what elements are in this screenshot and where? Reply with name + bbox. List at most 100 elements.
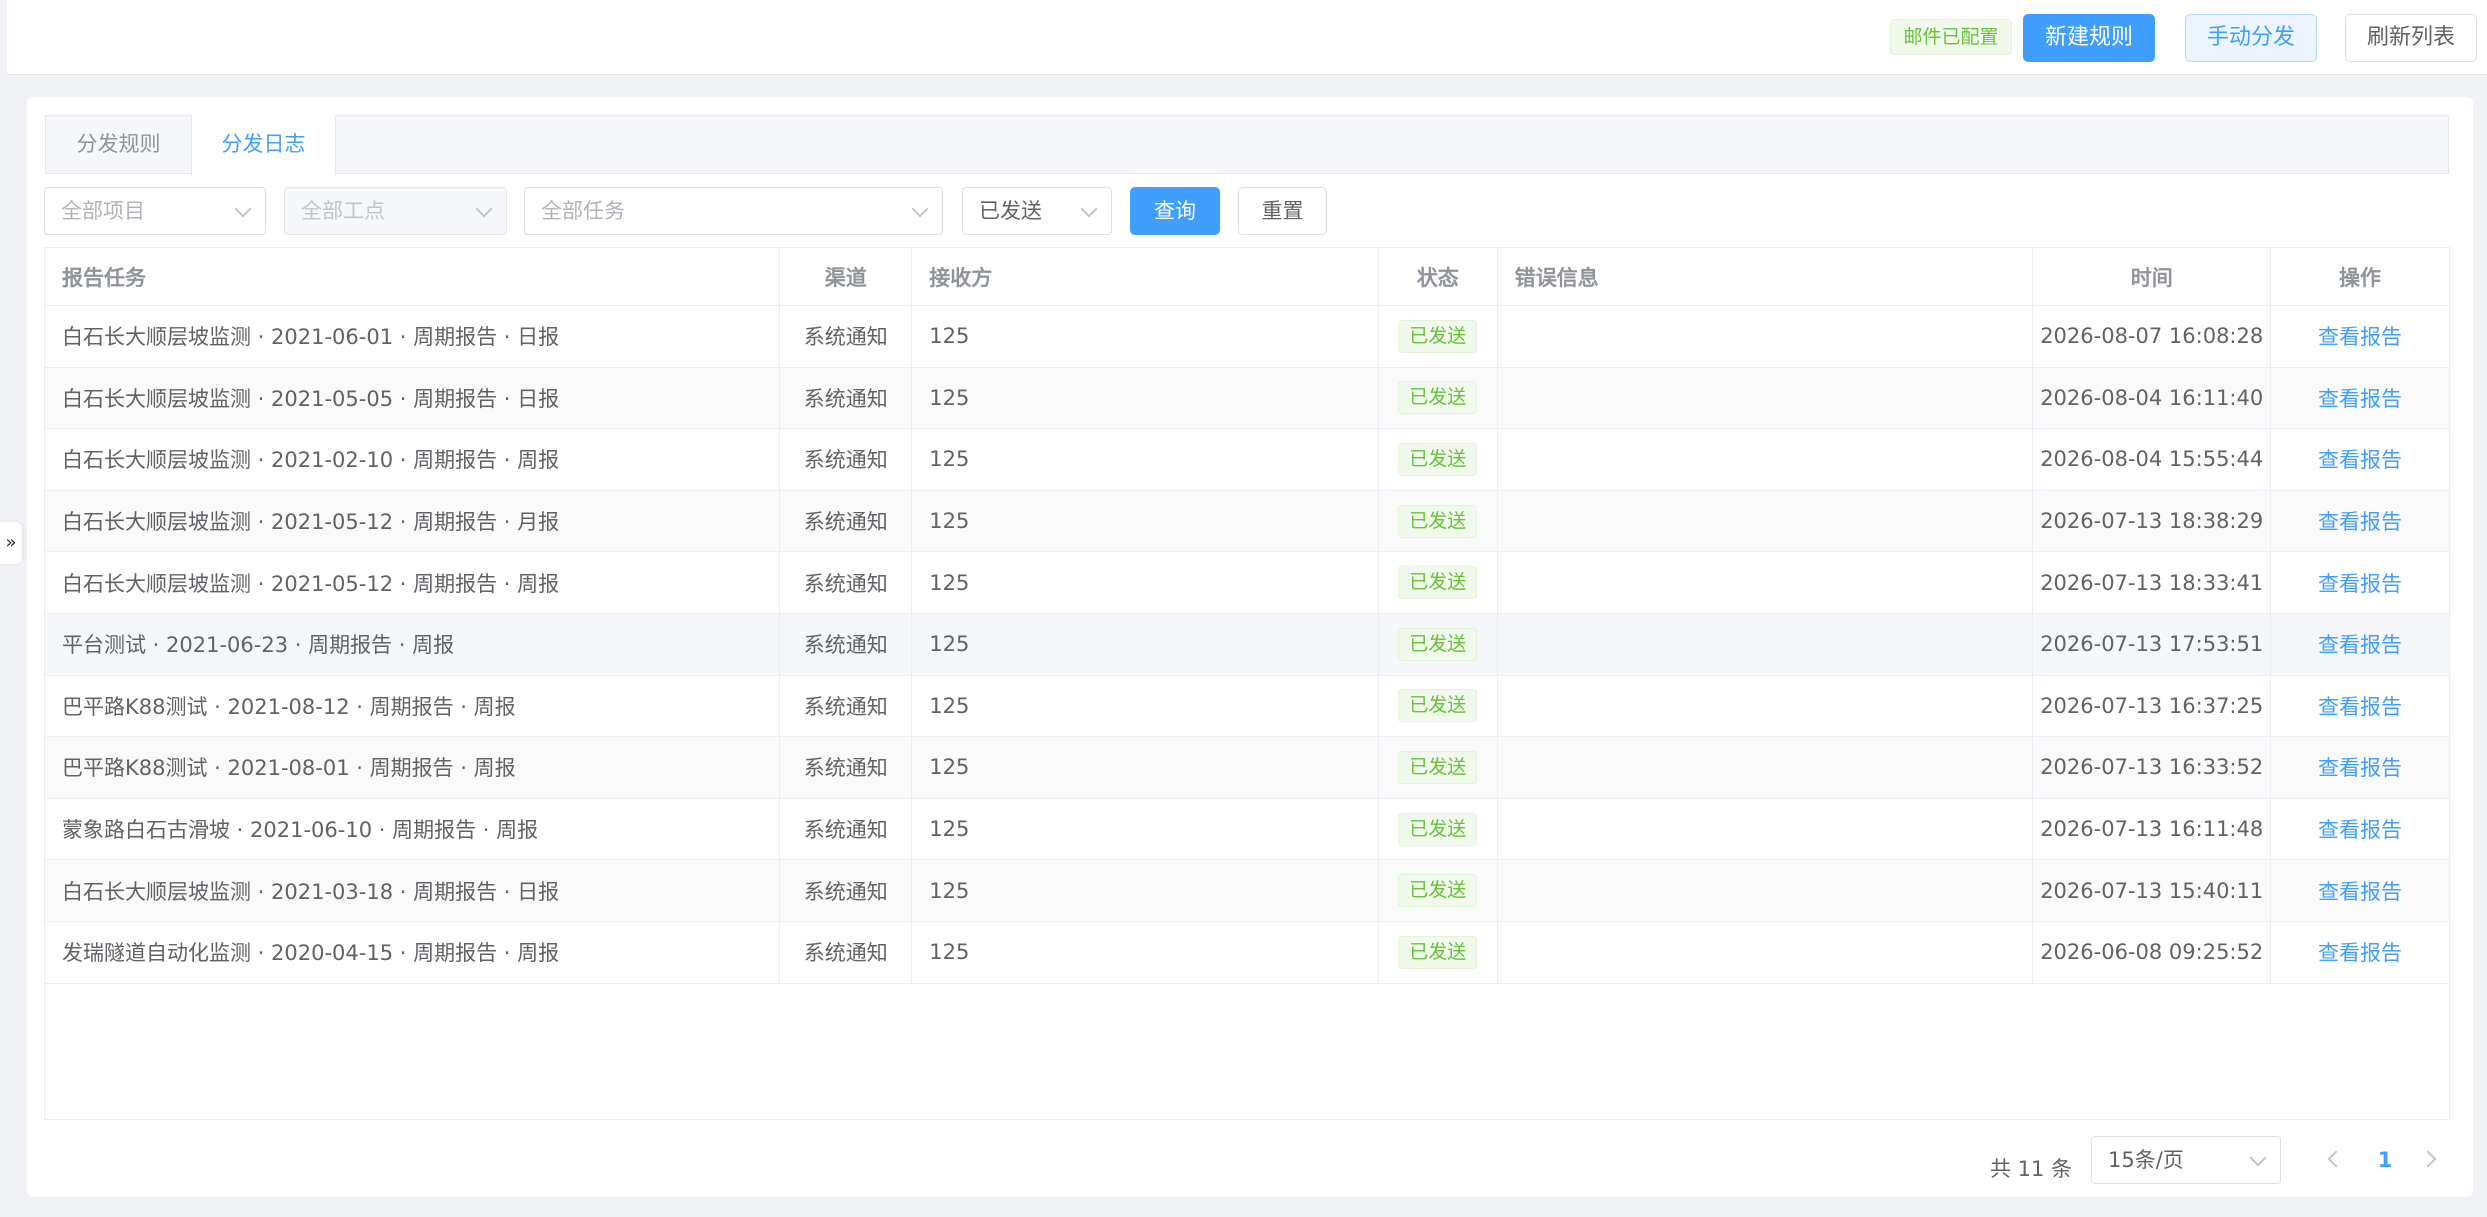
cell-channel: 系统通知 bbox=[780, 429, 913, 490]
task-select[interactable]: 全部任务 bbox=[524, 187, 943, 235]
cell-channel: 系统通知 bbox=[780, 613, 913, 675]
cell-task: 白石长大顺层坡监测 · 2021-06-01 · 周期报告 · 日报 bbox=[45, 306, 781, 367]
reset-button[interactable]: 重置 bbox=[1238, 187, 1327, 235]
cell-status: 已发送 bbox=[1379, 921, 1498, 983]
header-channel: 渠道 bbox=[780, 248, 913, 305]
page-number[interactable]: 1 bbox=[2365, 1137, 2405, 1183]
status-badge: 已发送 bbox=[1398, 442, 1478, 476]
cell-action: 查看报告 bbox=[2271, 429, 2449, 490]
refresh-list-button[interactable]: 刷新列表 bbox=[2345, 14, 2477, 62]
site-select-placeholder: 全部工点 bbox=[301, 199, 385, 223]
manual-dispatch-button[interactable]: 手动分发 bbox=[2185, 14, 2317, 62]
cell-receiver: 125 bbox=[912, 860, 1379, 921]
view-report-link[interactable]: 查看报告 bbox=[2318, 752, 2402, 782]
status-select[interactable]: 已发送 bbox=[962, 187, 1112, 235]
cell-status: 已发送 bbox=[1379, 367, 1498, 429]
status-badge: 已发送 bbox=[1398, 812, 1478, 846]
chevron-down-icon bbox=[2249, 1149, 2267, 1167]
header-error: 错误信息 bbox=[1498, 248, 2034, 305]
cell-task: 巴平路K88测试 · 2021-08-01 · 周期报告 · 周报 bbox=[45, 737, 781, 798]
cell-error bbox=[1498, 429, 2034, 490]
view-report-link[interactable]: 查看报告 bbox=[2318, 383, 2402, 413]
tab-bar: 分发规则 分发日志 bbox=[45, 115, 2449, 175]
cell-time: 2026-07-13 16:33:52 bbox=[2033, 737, 2272, 798]
cell-error bbox=[1498, 613, 2034, 675]
view-report-link[interactable]: 查看报告 bbox=[2318, 506, 2402, 536]
view-report-link[interactable]: 查看报告 bbox=[2318, 937, 2402, 967]
page-size-value: 15条/页 bbox=[2108, 1148, 2184, 1172]
view-report-link[interactable]: 查看报告 bbox=[2318, 876, 2402, 906]
status-badge: 已发送 bbox=[1398, 689, 1478, 723]
cell-time: 2026-07-13 18:33:41 bbox=[2033, 552, 2272, 613]
view-report-link[interactable]: 查看报告 bbox=[2318, 814, 2402, 844]
cell-task: 白石长大顺层坡监测 · 2021-03-18 · 周期报告 · 日报 bbox=[45, 860, 781, 921]
cell-error bbox=[1498, 737, 2034, 798]
dispatch-log-table: 报告任务 渠道 接收方 状态 错误信息 时间 操作 白石长大顺层坡监测 · 20… bbox=[44, 247, 2450, 1120]
view-report-link[interactable]: 查看报告 bbox=[2318, 321, 2402, 351]
prev-page-icon[interactable] bbox=[2327, 1150, 2345, 1168]
cell-action: 查看报告 bbox=[2271, 799, 2449, 860]
status-badge: 已发送 bbox=[1398, 935, 1478, 969]
top-toolbar: 邮件已配置 新建规则 手动分发 刷新列表 bbox=[7, 0, 2487, 75]
view-report-link[interactable]: 查看报告 bbox=[2318, 444, 2402, 474]
status-badge: 已发送 bbox=[1398, 319, 1478, 353]
table-row: 发瑞隧道自动化监测 · 2020-04-15 · 周期报告 · 周报 系统通知 12… bbox=[45, 921, 2449, 984]
cell-channel: 系统通知 bbox=[780, 490, 913, 552]
cell-channel: 系统通知 bbox=[780, 367, 913, 429]
status-badge: 已发送 bbox=[1398, 566, 1478, 600]
header-action: 操作 bbox=[2339, 265, 2382, 290]
table-row: 巴平路K88测试 · 2021-08-12 · 周期报告 · 周报 系统通知 125… bbox=[45, 675, 2449, 738]
expand-sidebar-icon[interactable]: » bbox=[0, 522, 22, 564]
chevron-down-icon bbox=[1080, 200, 1098, 218]
cell-action: 查看报告 bbox=[2271, 552, 2449, 613]
cell-receiver: 125 bbox=[912, 306, 1379, 367]
new-rule-button[interactable]: 新建规则 bbox=[2023, 14, 2155, 62]
view-report-link[interactable]: 查看报告 bbox=[2318, 691, 2402, 721]
cell-action: 查看报告 bbox=[2271, 860, 2449, 921]
table-row: 白石长大顺层坡监测 · 2021-05-05 · 周期报告 · 日报 系统通知 12… bbox=[45, 367, 2449, 430]
cell-error bbox=[1498, 367, 2034, 429]
cell-task: 蒙象路白石古滑坡 · 2021-06-10 · 周期报告 · 周报 bbox=[45, 798, 781, 860]
cell-action: 查看报告 bbox=[2271, 737, 2449, 798]
page-size-select[interactable]: 15条/页 bbox=[2091, 1136, 2281, 1184]
cell-channel: 系统通知 bbox=[780, 798, 913, 860]
mail-configured-badge: 邮件已配置 bbox=[1890, 19, 2012, 55]
tab-dispatch-log[interactable]: 分发日志 bbox=[191, 115, 336, 175]
cell-time: 2026-08-04 16:11:40 bbox=[2033, 367, 2272, 429]
cell-status: 已发送 bbox=[1379, 429, 1498, 490]
chevron-down-icon bbox=[234, 200, 252, 218]
cell-error bbox=[1498, 675, 2034, 737]
cell-task: 平台测试 · 2021-06-23 · 周期报告 · 周报 bbox=[45, 613, 781, 675]
cell-time: 2026-08-04 15:55:44 bbox=[2033, 429, 2272, 490]
cell-task: 白石长大顺层坡监测 · 2021-05-12 · 周期报告 · 月报 bbox=[45, 490, 781, 552]
cell-error bbox=[1498, 552, 2034, 613]
cell-receiver: 125 bbox=[912, 490, 1379, 552]
cell-status: 已发送 bbox=[1379, 675, 1498, 737]
table-row: 平台测试 · 2021-06-23 · 周期报告 · 周报 系统通知 125 已发送 2… bbox=[45, 613, 2449, 676]
site-select[interactable]: 全部工点 bbox=[284, 187, 507, 235]
cell-task: 发瑞隧道自动化监测 · 2020-04-15 · 周期报告 · 周报 bbox=[45, 921, 781, 983]
query-button[interactable]: 查询 bbox=[1130, 187, 1220, 235]
cell-action: 查看报告 bbox=[2271, 368, 2449, 429]
cell-task: 巴平路K88测试 · 2021-08-12 · 周期报告 · 周报 bbox=[45, 675, 781, 737]
table-row: 白石长大顺层坡监测 · 2021-05-12 · 周期报告 · 月报 系统通知 12… bbox=[45, 490, 2449, 553]
cell-status: 已发送 bbox=[1379, 613, 1498, 675]
cell-receiver: 125 bbox=[912, 552, 1379, 613]
table-body: 白石长大顺层坡监测 · 2021-06-01 · 周期报告 · 日报 系统通知 12… bbox=[45, 306, 2449, 984]
view-report-link[interactable]: 查看报告 bbox=[2318, 629, 2402, 659]
cell-task: 白石长大顺层坡监测 · 2021-05-12 · 周期报告 · 周报 bbox=[45, 552, 781, 613]
dispatch-log-panel: 分发规则 分发日志 全部项目 全部工点 全部任务 已发送 查询 重置 报告任务 … bbox=[27, 97, 2473, 1197]
tab-dispatch-rules[interactable]: 分发规则 bbox=[46, 115, 191, 174]
cell-receiver: 125 bbox=[912, 613, 1379, 675]
chevron-down-icon bbox=[475, 200, 493, 218]
cell-channel: 系统通知 bbox=[780, 552, 913, 613]
cell-channel: 系统通知 bbox=[780, 921, 913, 983]
cell-channel: 系统通知 bbox=[780, 675, 913, 737]
next-page-icon[interactable] bbox=[2419, 1150, 2437, 1168]
view-report-link[interactable]: 查看报告 bbox=[2318, 568, 2402, 598]
cell-error bbox=[1498, 798, 2034, 860]
cell-status: 已发送 bbox=[1379, 798, 1498, 860]
project-select[interactable]: 全部项目 bbox=[44, 187, 266, 235]
cell-time: 2026-07-13 16:37:25 bbox=[2033, 675, 2272, 737]
cell-error bbox=[1498, 490, 2034, 552]
